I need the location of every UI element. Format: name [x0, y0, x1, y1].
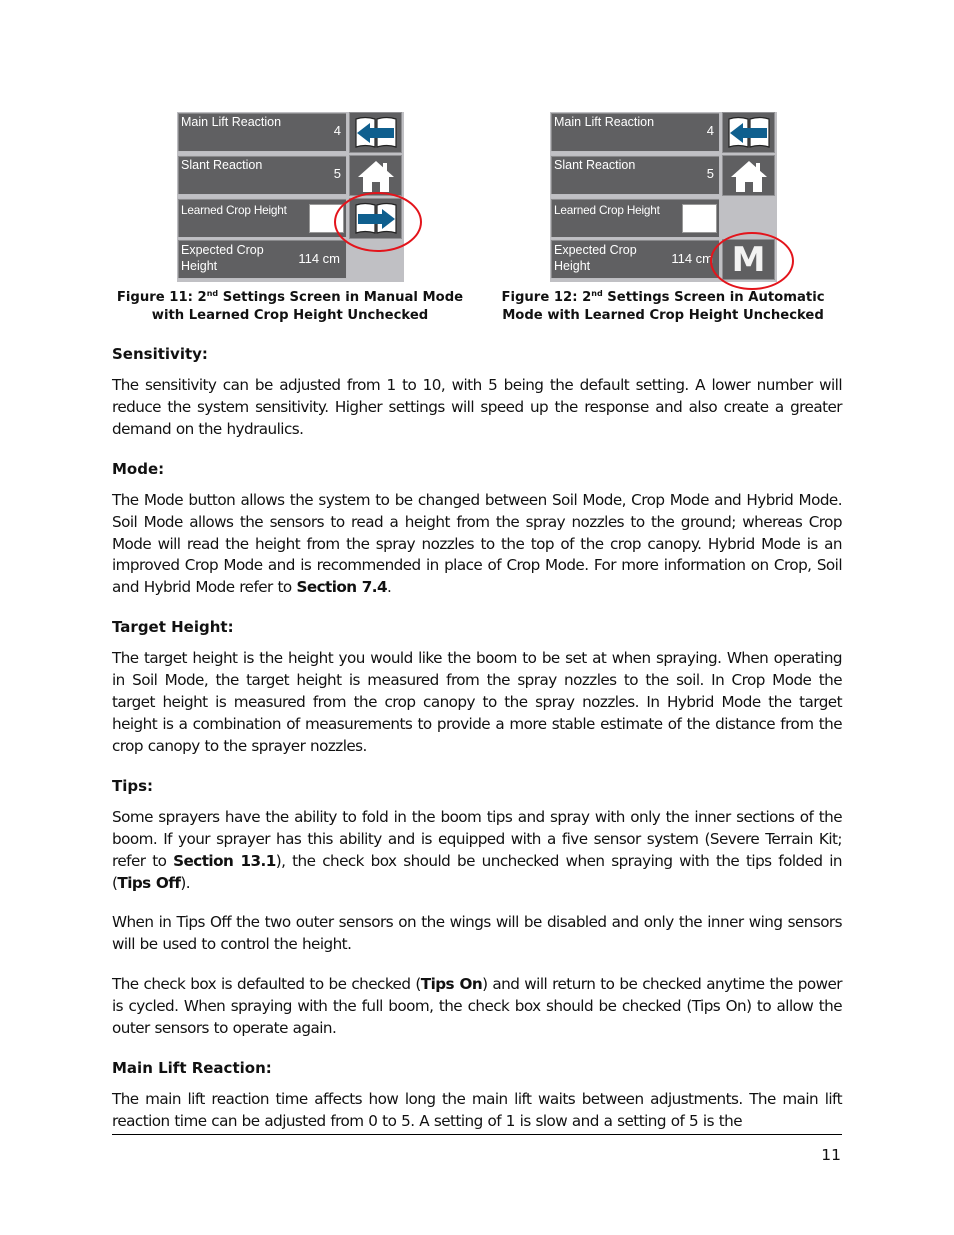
slant-reaction-setting[interactable]: Slant Reaction 5	[550, 155, 720, 195]
footer-rule	[112, 1134, 842, 1135]
book-back-arrow-icon	[354, 116, 397, 148]
setting-label: Learned Crop Height	[181, 203, 287, 217]
setting-label: Main Lift Reaction	[181, 115, 282, 129]
document-body: Sensitivity: The sensitivity can be adju…	[112, 344, 843, 1133]
back-button[interactable]	[722, 112, 775, 153]
setting-value: 4	[333, 123, 341, 138]
page-number: 11	[821, 1146, 841, 1164]
main-lift-reaction-paragraph: The main lift reaction time affects how …	[112, 1089, 843, 1130]
tips-paragraph-3: The check box is defaulted to be checked…	[112, 975, 843, 1038]
learned-crop-height-setting[interactable]: Learned Crop Height	[177, 198, 347, 238]
section-heading-tips: Tips:	[112, 776, 154, 795]
main-lift-reaction-setting[interactable]: Main Lift Reaction 4	[550, 112, 720, 152]
main-lift-reaction-setting[interactable]: Main Lift Reaction 4	[177, 112, 347, 152]
setting-label: Slant Reaction	[554, 158, 636, 172]
highlight-circle	[710, 232, 794, 290]
setting-label: Expected Crop Height	[181, 243, 264, 273]
figure-12-caption: Figure 12: 2nd Settings Screen in Automa…	[501, 289, 825, 324]
section-heading-sensitivity: Sensitivity:	[112, 345, 208, 363]
slant-reaction-setting[interactable]: Slant Reaction 5	[177, 155, 347, 195]
back-button[interactable]	[349, 112, 402, 153]
setting-label: Expected Crop Height	[554, 243, 637, 273]
section-heading-main-lift-reaction: Main Lift Reaction:	[112, 1058, 272, 1077]
setting-value: 114 cm	[671, 251, 713, 266]
figure-12: Main Lift Reaction 4 Slant Reaction 5 Le…	[550, 112, 794, 290]
setting-label: Main Lift Reaction	[554, 115, 655, 129]
setting-value: 114 cm	[298, 251, 340, 266]
highlight-circle	[334, 192, 422, 252]
tips-paragraph-2: When in Tips Off the two outer sensors o…	[112, 913, 843, 954]
settings-screen-automatic: Main Lift Reaction 4 Slant Reaction 5 Le…	[550, 112, 794, 290]
setting-label: Slant Reaction	[181, 158, 263, 172]
setting-value: 5	[706, 166, 714, 181]
setting-label: Learned Crop Height	[554, 203, 660, 217]
home-icon	[357, 160, 394, 192]
section-reference: Section 13.1	[173, 851, 276, 870]
expected-crop-height-setting[interactable]: Expected Crop Height 114 cm	[177, 239, 347, 279]
sensitivity-paragraph: The sensitivity can be adjusted from 1 t…	[112, 376, 843, 438]
expected-crop-height-setting[interactable]: Expected Crop Height 114 cm	[550, 239, 720, 279]
book-back-arrow-icon	[727, 116, 770, 148]
section-reference: Section 7.4	[296, 578, 388, 597]
mode-paragraph: The Mode button allows the system to be …	[112, 490, 843, 597]
section-heading-mode: Mode:	[112, 459, 165, 478]
figure-11-caption: Figure 11: 2nd Settings Screen in Manual…	[116, 289, 464, 324]
settings-screen-manual: Main Lift Reaction 4 Slant Reaction 5 Le…	[177, 112, 422, 282]
setting-value: 4	[706, 123, 714, 138]
home-icon	[730, 160, 767, 192]
target-height-paragraph: The target height is the height you woul…	[112, 649, 843, 755]
home-button[interactable]	[349, 155, 402, 196]
learned-crop-height-checkbox[interactable]	[682, 204, 717, 233]
figure-11: Main Lift Reaction 4 Slant Reaction 5 Le…	[177, 112, 422, 282]
learned-crop-height-setting[interactable]: Learned Crop Height	[550, 198, 720, 238]
section-heading-target-height: Target Height:	[112, 618, 234, 637]
setting-value: 5	[333, 166, 341, 181]
home-button[interactable]	[722, 155, 775, 196]
tips-paragraph-1: Some sprayers have the ability to fold i…	[112, 807, 843, 892]
